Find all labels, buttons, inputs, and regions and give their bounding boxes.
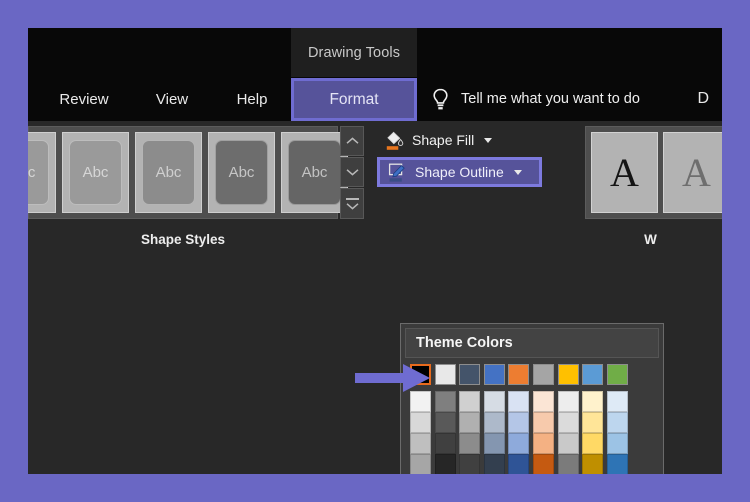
lightbulb-icon [433, 88, 448, 109]
chevron-down-icon [484, 137, 493, 143]
tell-me-search[interactable]: Tell me what you want to do [431, 77, 640, 121]
theme-color-variant-swatch[interactable] [557, 433, 579, 454]
theme-color-variant-swatch[interactable] [508, 433, 530, 454]
theme-color-variant-swatch[interactable] [508, 412, 530, 433]
theme-color-variant-swatch[interactable] [459, 412, 481, 433]
theme-color-variant-swatch[interactable] [582, 454, 604, 474]
theme-color-variant-swatch[interactable] [459, 391, 481, 412]
theme-color-variant-swatch[interactable] [508, 454, 530, 474]
app-window: Drawing Tools Review View Help Format Te… [28, 28, 722, 474]
shape-styles-gallery[interactable]: Abc Abc Abc Abc Abc [28, 126, 348, 219]
shape-style-preview-text: Abc [288, 140, 341, 205]
shape-style-thumbnail[interactable]: Abc [281, 132, 348, 213]
window-corner-text: D [697, 90, 709, 107]
theme-color-swatch[interactable] [557, 364, 579, 385]
shape-style-thumbnail[interactable]: Abc [62, 132, 129, 213]
theme-colors-grid[interactable] [409, 363, 656, 474]
ribbon-tab-strip: Drawing Tools Review View Help Format Te… [28, 28, 722, 121]
shape-styles-group: Abc Abc Abc Abc Abc [28, 121, 372, 271]
theme-color-variant-swatch[interactable] [483, 391, 505, 412]
theme-color-variant-swatch[interactable] [533, 391, 554, 412]
shape-outline-button[interactable]: Shape Outline [377, 157, 542, 187]
theme-color-variant-swatch[interactable] [557, 412, 579, 433]
theme-color-variant-swatch[interactable] [434, 454, 456, 474]
paint-bucket-icon [386, 131, 404, 150]
chevron-down-icon [346, 169, 358, 176]
tab-help[interactable]: Help [218, 77, 286, 121]
chevron-down-icon [513, 169, 522, 175]
gallery-more-button[interactable] [340, 188, 364, 219]
theme-color-variant-swatch[interactable] [434, 433, 456, 454]
tab-view[interactable]: View [138, 77, 206, 121]
contextual-tab-drawing-tools: Drawing Tools [291, 28, 417, 77]
theme-color-variant-swatch[interactable] [582, 391, 604, 412]
wordart-styles-gallery[interactable]: A A [585, 126, 722, 219]
tell-me-placeholder: Tell me what you want to do [461, 91, 640, 107]
theme-color-variant-swatch[interactable] [483, 454, 505, 474]
theme-color-variant-swatch[interactable] [410, 391, 431, 412]
theme-color-variant-swatch[interactable] [557, 391, 579, 412]
theme-color-variant-swatch[interactable] [533, 412, 554, 433]
more-bar-icon [345, 197, 359, 200]
theme-color-variant-swatch[interactable] [582, 433, 604, 454]
theme-color-variant-swatch[interactable] [606, 454, 628, 474]
shape-outline-color-dropdown[interactable]: Theme Colors Standard Colors No Outline [400, 323, 664, 474]
theme-color-variant-swatch[interactable] [533, 454, 554, 474]
theme-color-swatch[interactable] [533, 364, 554, 385]
gallery-scroll-up-button[interactable] [340, 126, 364, 156]
theme-color-variant-swatch[interactable] [483, 412, 505, 433]
shape-style-preview-text: Abc [69, 140, 122, 205]
wordart-styles-group-label: W [644, 231, 657, 247]
theme-color-variant-swatch[interactable] [483, 433, 505, 454]
theme-color-variant-swatch[interactable] [582, 412, 604, 433]
theme-color-variant-swatch[interactable] [557, 454, 579, 474]
theme-color-variant-swatch[interactable] [410, 454, 431, 474]
theme-color-variant-swatch[interactable] [459, 433, 481, 454]
theme-colors-header: Theme Colors [405, 328, 659, 358]
ribbon-body: Abc Abc Abc Abc Abc [28, 121, 722, 474]
theme-color-variant-swatch[interactable] [434, 391, 456, 412]
shape-style-thumbnail[interactable]: Abc [135, 132, 202, 213]
more-chevron-icon [346, 202, 358, 210]
theme-color-swatch[interactable] [606, 364, 628, 385]
wordart-styles-group: A A W [579, 121, 722, 271]
theme-color-swatch[interactable] [434, 364, 456, 385]
shape-styles-group-label: Shape Styles [140, 231, 226, 247]
shape-style-thumbnail[interactable]: Abc [28, 132, 56, 213]
shape-style-thumbnail[interactable]: Abc [208, 132, 275, 213]
theme-color-swatch[interactable] [508, 364, 530, 385]
theme-color-variant-swatch[interactable] [606, 391, 628, 412]
theme-color-variant-swatch[interactable] [410, 433, 431, 454]
shape-fill-button[interactable]: Shape Fill [377, 125, 500, 155]
gallery-scroll-down-button[interactable] [340, 157, 364, 187]
annotation-arrow-icon [355, 364, 430, 392]
shape-outline-label: Shape Outline [415, 164, 504, 180]
theme-color-swatch[interactable] [582, 364, 604, 385]
theme-color-variant-swatch[interactable] [410, 412, 431, 433]
shape-fill-label: Shape Fill [412, 132, 475, 148]
theme-color-variant-swatch[interactable] [434, 412, 456, 433]
shape-styles-scroll-buttons [340, 126, 364, 219]
theme-color-variant-swatch[interactable] [459, 454, 481, 474]
shape-style-preview-text: Abc [142, 140, 195, 205]
tab-review[interactable]: Review [42, 77, 126, 121]
shape-style-preview-text: Abc [28, 140, 49, 205]
theme-color-swatch[interactable] [483, 364, 505, 385]
chevron-up-icon [346, 137, 358, 144]
theme-color-variant-swatch[interactable] [606, 412, 628, 433]
theme-color-variant-swatch[interactable] [533, 433, 554, 454]
shape-style-preview-text: Abc [215, 140, 268, 205]
tab-format[interactable]: Format [291, 78, 417, 121]
wordart-thumbnail[interactable]: A [591, 132, 658, 213]
theme-color-variant-swatch[interactable] [508, 391, 530, 412]
wordart-thumbnail[interactable]: A [663, 132, 722, 213]
theme-color-swatch[interactable] [459, 364, 481, 385]
pencil-outline-icon [388, 163, 405, 182]
theme-color-variant-swatch[interactable] [606, 433, 628, 454]
